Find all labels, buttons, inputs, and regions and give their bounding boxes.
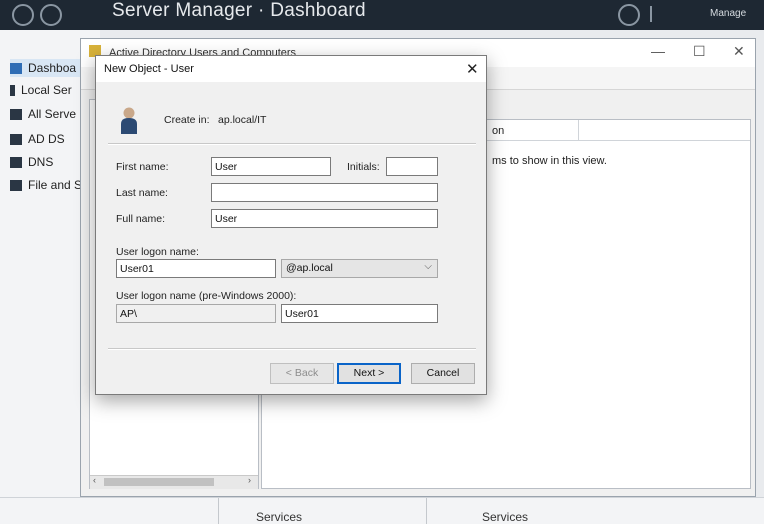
first-name-label: First name: [116,161,169,173]
forward-arrow-icon[interactable] [40,4,62,26]
domain-dropdown[interactable]: @ap.local ⌵ [281,259,438,278]
services-tile-label[interactable]: Services [256,510,302,524]
chevron-down-icon: ⌵ [424,261,432,272]
sidebar-item-label: All Serve [28,107,77,121]
column-divider[interactable] [578,120,579,140]
sidebar-item-label: Local Ser [21,83,72,97]
scroll-left-icon[interactable]: ‹ [93,475,96,485]
divider [650,6,652,22]
full-name-label: Full name: [116,213,166,225]
sidebar-item-label: Dashboa [28,61,77,75]
manage-menu[interactable]: Manage [710,8,746,19]
full-name-field[interactable] [211,209,438,228]
next-button[interactable]: Next > [337,363,401,384]
dialog-title: New Object - User [104,63,194,75]
server-icon [10,84,15,96]
close-icon[interactable]: ✕ [466,60,479,78]
initials-field[interactable] [386,157,438,176]
user-icon [121,107,137,134]
logon-name-label: User logon name: [116,246,199,258]
divider [218,498,219,524]
services-bar: Services Services [0,497,764,524]
maximize-icon[interactable]: ☐ [693,43,706,60]
pre2000-label: User logon name (pre-Windows 2000): [116,290,297,302]
services-tile-label[interactable]: Services [482,510,528,524]
first-name-field[interactable] [211,157,331,176]
create-in-label: Create in: [164,114,210,126]
initials-label: Initials: [347,161,380,173]
ad-ds-icon [10,133,22,145]
server-manager-header: Server Manager · Dashboard Manage [0,0,764,30]
dialog-titlebar: New Object - User ✕ [96,56,486,82]
divider [426,498,427,524]
last-name-label: Last name: [116,187,168,199]
create-in-value: ap.local/IT [218,114,267,126]
minimize-icon[interactable]: — [651,43,665,59]
cancel-button[interactable]: Cancel [411,363,475,384]
sidebar-item-label: DNS [28,155,54,169]
separator [108,348,476,350]
sidebar-item-label: File and S [28,178,83,192]
close-icon[interactable]: ✕ [733,43,745,60]
back-arrow-icon[interactable] [12,4,34,26]
separator [108,143,476,145]
sidebar-item-label: AD DS [28,132,65,146]
servers-icon [10,108,22,120]
domain-dropdown-value: @ap.local [286,262,333,274]
file-services-icon [10,179,22,191]
scrollbar-thumb[interactable] [104,478,214,486]
back-button[interactable]: < Back [270,363,334,384]
scroll-right-icon[interactable]: › [248,475,251,485]
new-user-dialog: New Object - User ✕ Create in: ap.local/… [95,55,487,395]
last-name-field[interactable] [211,183,438,202]
empty-view-message: ms to show in this view. [492,155,607,167]
horizontal-scrollbar[interactable]: ‹ › [90,475,258,489]
logon-name-field[interactable] [116,259,276,278]
pre2000-domain-field [116,304,276,323]
dns-icon [10,156,22,168]
dashboard-grid-icon [10,62,22,74]
pre2000-logon-field[interactable] [281,304,438,323]
server-manager-title: Server Manager · Dashboard [112,0,366,21]
column-header[interactable]: on [492,125,504,137]
refresh-icon[interactable] [618,4,640,26]
